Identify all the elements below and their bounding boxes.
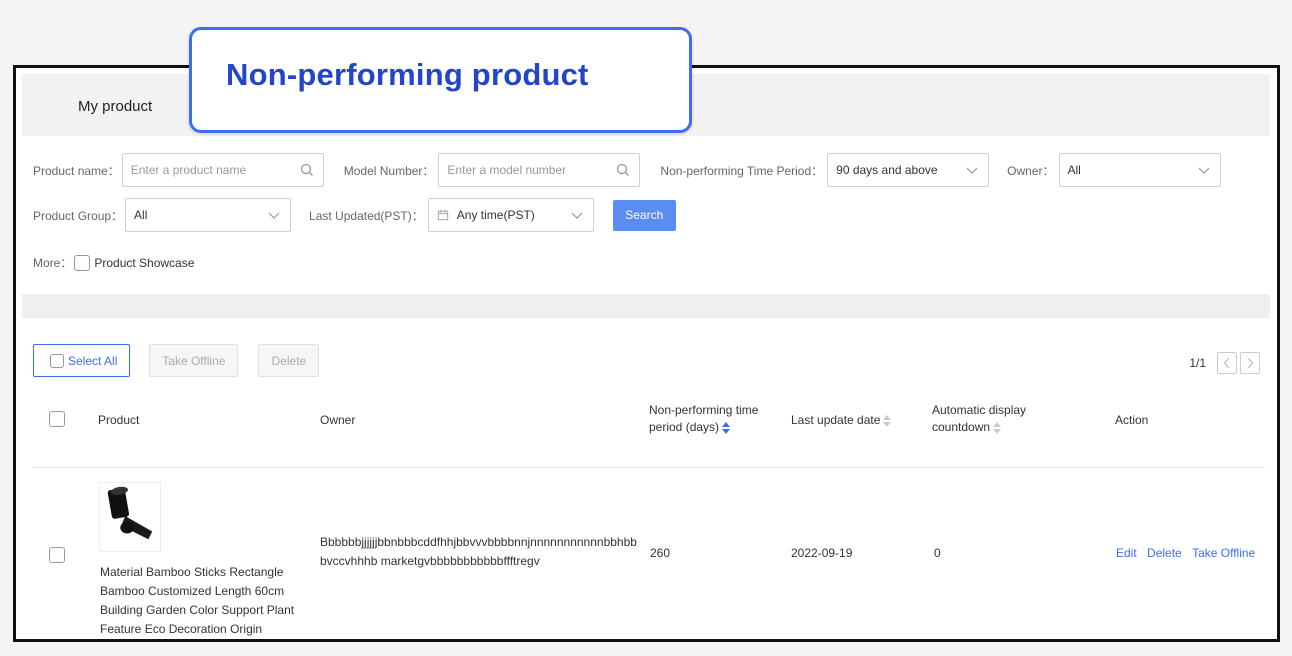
header-period-line1: Non-performing time xyxy=(649,403,759,417)
owner-label: Owner： xyxy=(1007,163,1055,178)
take-offline-link[interactable]: Take Offline xyxy=(1192,546,1255,560)
take-offline-button[interactable]: Take Offline xyxy=(149,344,239,377)
chevron-down-icon xyxy=(1198,167,1209,174)
product-group-select[interactable]: All xyxy=(125,198,292,232)
search-icon xyxy=(300,163,313,176)
edit-link[interactable]: Edit xyxy=(1116,546,1137,560)
sort-icon[interactable] xyxy=(722,421,731,434)
filter-row-3: More： Product Showcase xyxy=(33,254,194,271)
calendar-icon xyxy=(437,209,448,221)
chevron-down-icon xyxy=(571,212,583,219)
chevron-down-icon xyxy=(268,212,280,219)
time-period-value: 90 days and above xyxy=(836,163,938,177)
last-updated-select[interactable]: Any time(PST) xyxy=(427,198,594,232)
section-divider xyxy=(22,294,1270,318)
page-indicator: 1/1 xyxy=(1189,356,1206,370)
bulk-actions: Select All Take Offline Delete xyxy=(33,344,320,377)
product-showcase-label: Product Showcase xyxy=(94,255,195,270)
product-showcase-checkbox[interactable] xyxy=(74,254,91,271)
last-updated-value: Any time(PST) xyxy=(456,208,535,222)
annotation-callout: Non-performing product xyxy=(189,27,692,133)
delete-link[interactable]: Delete xyxy=(1147,546,1182,560)
action-cell: Edit Delete Take Offline xyxy=(1109,544,1255,563)
header-countdown[interactable]: Automatic display countdown xyxy=(932,402,1026,436)
delete-button[interactable]: Delete xyxy=(258,344,320,377)
pagination: 1/1 xyxy=(1189,352,1260,374)
search-icon xyxy=(617,163,630,176)
header-product: Product xyxy=(98,413,140,427)
product-name[interactable]: Material Bamboo Sticks Rectangle Bamboo … xyxy=(100,563,300,639)
sort-icon[interactable] xyxy=(883,414,892,427)
countdown-cell: 0 xyxy=(934,546,941,560)
filter-row-2: Product Group： All Last Updated(PST)： An… xyxy=(33,198,676,232)
product-name-input[interactable]: Enter a product name xyxy=(121,153,324,187)
table-header: Product Owner Non-performing time period… xyxy=(33,398,1265,468)
row-checkbox[interactable] xyxy=(49,547,65,563)
header-last-update[interactable]: Last update date xyxy=(791,412,892,429)
header-owner: Owner xyxy=(320,413,356,427)
prev-page-button[interactable] xyxy=(1217,352,1237,374)
select-all-label: Select All xyxy=(68,353,118,368)
select-all-checkbox[interactable] xyxy=(50,353,64,368)
next-page-button[interactable] xyxy=(1240,352,1260,374)
sort-icon[interactable] xyxy=(993,421,1002,434)
header-period[interactable]: Non-performing time period (days) xyxy=(649,402,758,436)
header-period-line2: period (days) xyxy=(649,420,720,434)
page-title: My product xyxy=(78,98,153,115)
chevron-right-icon xyxy=(1248,357,1254,369)
owner-select[interactable]: All xyxy=(1058,153,1221,187)
product-group-label: Product Group： xyxy=(33,208,124,223)
product-image xyxy=(107,486,153,540)
table-row: Material Bamboo Sticks Rectangle Bamboo … xyxy=(33,474,1265,639)
time-period-label: Non-performing Time Period： xyxy=(660,163,824,178)
callout-text: Non-performing product xyxy=(226,57,589,92)
chevron-down-icon xyxy=(966,167,978,174)
header-countdown-line1: Automatic display xyxy=(932,403,1027,417)
product-name-label: Product name： xyxy=(33,163,120,178)
more-label: More： xyxy=(33,256,73,270)
header-last-update-label: Last update date xyxy=(791,413,881,427)
product-thumbnail[interactable] xyxy=(99,482,161,552)
filter-row-1: Product name： Enter a product name Model… xyxy=(33,153,1221,187)
owner-cell: Bbbbbbjjjjjjbbnbbbcddfhhjbbvvvbbbbnnjnnn… xyxy=(320,535,637,568)
chevron-left-icon xyxy=(1223,357,1229,369)
owner-value: All xyxy=(1067,163,1081,177)
model-number-placeholder: Enter a model number xyxy=(447,163,567,177)
search-button[interactable]: Search xyxy=(612,199,676,231)
select-all-button[interactable]: Select All xyxy=(33,344,131,377)
last-updated-label: Last Updated(PST)： xyxy=(309,208,424,223)
model-number-input[interactable]: Enter a model number xyxy=(438,153,641,187)
time-period-select[interactable]: 90 days and above xyxy=(827,153,990,187)
product-page: My product Product name： Enter a product… xyxy=(13,65,1280,642)
product-name-placeholder: Enter a product name xyxy=(130,163,247,177)
last-update-cell: 2022-09-19 xyxy=(791,546,853,560)
header-checkbox[interactable] xyxy=(49,411,65,427)
header-action: Action xyxy=(1115,413,1149,427)
product-group-value: All xyxy=(134,208,148,222)
model-number-label: Model Number： xyxy=(343,163,435,178)
header-countdown-line2: countdown xyxy=(932,420,991,434)
period-cell: 260 xyxy=(650,546,671,560)
